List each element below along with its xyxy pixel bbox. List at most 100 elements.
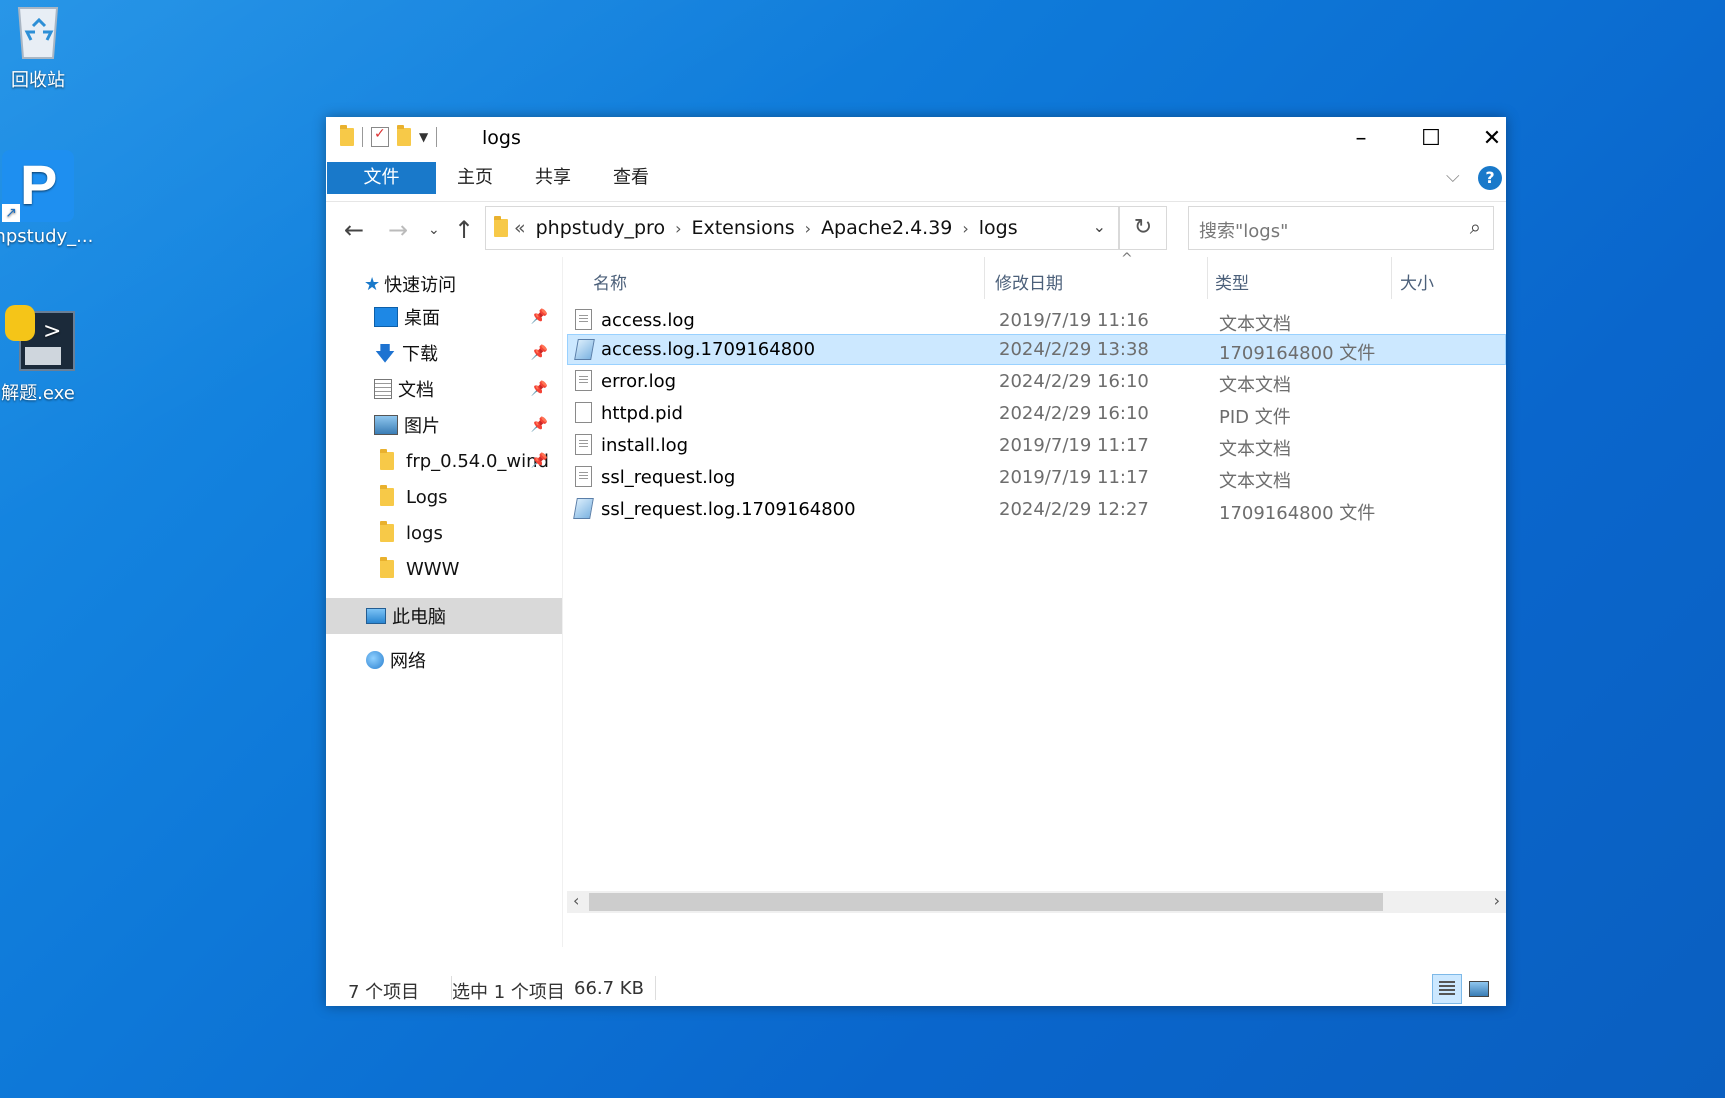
nav-network[interactable]: 网络 <box>326 645 562 675</box>
desktop-icon-phpstudy[interactable]: P ↗ phpstudy_... <box>0 150 93 247</box>
search-input[interactable]: 搜索"logs" ⌕ <box>1188 206 1494 250</box>
nav-item-www[interactable]: WWW <box>380 554 562 584</box>
chevron-right-icon[interactable]: › <box>962 219 968 238</box>
blank-file-icon <box>575 402 592 423</box>
file-type: 1709164800 文件 <box>1219 343 1376 364</box>
large-icons-view-button[interactable] <box>1464 974 1494 1004</box>
recent-locations-chevron-icon[interactable]: ⌄ <box>428 222 440 238</box>
item-count: 7 个项目 <box>348 982 420 1003</box>
scroll-left-icon[interactable]: ‹ <box>573 891 579 910</box>
refresh-icon: ↻ <box>1133 215 1153 240</box>
download-arrow-icon: 🡇 <box>374 341 396 365</box>
forward-arrow-icon[interactable]: → <box>388 216 408 244</box>
file-modified: 2019/7/19 11:17 <box>999 435 1149 456</box>
file-row[interactable]: ssl_request.log 2019/7/19 11:17 文本文档 <box>567 462 1506 493</box>
close-button[interactable]: ✕ <box>1466 117 1518 159</box>
phpstudy-icon: P ↗ <box>2 150 74 222</box>
minimize-button[interactable]: – <box>1326 117 1396 159</box>
file-modified: 2024/2/29 12:27 <box>999 499 1149 520</box>
column-separator[interactable] <box>1391 257 1392 299</box>
nav-item-logs-upper[interactable]: Logs <box>380 482 562 512</box>
details-view-button[interactable] <box>1432 974 1462 1004</box>
column-separator[interactable] <box>1207 257 1208 299</box>
back-arrow-icon[interactable]: ← <box>344 216 364 244</box>
tab-home[interactable]: 主页 <box>436 162 514 194</box>
desktop-icon-label: 回收站 <box>11 70 65 91</box>
nav-item-downloads[interactable]: 🡇 下载 📌 <box>374 338 562 368</box>
address-bar[interactable]: « phpstudy_pro › Extensions › Apache2.4.… <box>485 206 1119 250</box>
separator <box>655 976 656 1000</box>
scrollbar-thumb[interactable] <box>589 893 1383 911</box>
breadcrumb-item[interactable]: phpstudy_pro <box>536 217 665 239</box>
chevron-right-icon[interactable]: › <box>675 219 681 238</box>
nav-item-frp[interactable]: frp_0.54.0_wind 📌 <box>380 446 562 476</box>
help-icon[interactable]: ? <box>1478 166 1502 190</box>
column-header-size[interactable]: 大小 <box>1400 269 1506 294</box>
up-arrow-icon[interactable]: ↑ <box>454 216 474 244</box>
pin-icon[interactable]: 📌 <box>531 453 548 469</box>
file-name: access.log <box>601 310 695 331</box>
breadcrumb-item[interactable]: logs <box>979 217 1018 239</box>
nav-item-logs[interactable]: logs <box>380 518 562 548</box>
pin-icon[interactable]: 📌 <box>531 381 548 397</box>
new-folder-icon[interactable] <box>397 125 411 146</box>
file-name: access.log.1709164800 <box>601 339 816 360</box>
breadcrumb-item[interactable]: Apache2.4.39 <box>821 217 952 239</box>
file-modified: 2024/2/29 16:10 <box>999 371 1149 392</box>
nav-label: Logs <box>406 486 448 508</box>
separator <box>436 127 438 147</box>
tab-file[interactable]: 文件 <box>327 162 436 194</box>
nav-label: 下载 <box>402 344 438 365</box>
file-row[interactable]: error.log 2024/2/29 16:10 文本文档 <box>567 366 1506 397</box>
file-row[interactable]: install.log 2019/7/19 11:17 文本文档 <box>567 430 1506 461</box>
address-history-chevron-icon[interactable]: ⌄ <box>1093 217 1106 236</box>
window-title: logs <box>482 127 521 149</box>
refresh-button[interactable]: ↻ <box>1119 206 1167 250</box>
nav-label: 快速访问 <box>384 275 457 296</box>
maximize-button[interactable]: ☐ <box>1396 117 1466 159</box>
column-separator[interactable] <box>984 257 985 299</box>
desktop-icon-exe[interactable]: > 解题.exe <box>0 305 93 405</box>
pin-icon[interactable]: 📌 <box>531 345 548 361</box>
tab-view[interactable]: 查看 <box>592 162 670 194</box>
nav-item-pictures[interactable]: 图片 📌 <box>374 410 562 440</box>
breadcrumb-overflow[interactable]: « <box>514 217 526 239</box>
scroll-right-icon[interactable]: › <box>1494 891 1500 910</box>
customize-toolbar-icon[interactable]: ▼ <box>419 130 428 144</box>
properties-icon[interactable]: ✓ <box>371 126 389 147</box>
shortcut-arrow-icon: ↗ <box>2 204 20 222</box>
file-row-selected[interactable]: access.log.1709164800 2024/2/29 13:38 17… <box>567 334 1506 365</box>
pin-icon[interactable]: 📌 <box>531 309 548 325</box>
search-icon[interactable]: ⌕ <box>1470 215 1481 239</box>
file-name: install.log <box>601 435 689 456</box>
quick-access-toolbar: ✓ ▼ <box>340 125 438 147</box>
column-header-type[interactable]: 类型 <box>1215 269 1249 294</box>
nav-item-desktop[interactable]: 桌面 📌 <box>374 302 562 332</box>
folder-icon <box>380 449 394 470</box>
expand-ribbon-chevron-icon[interactable]: ⌵ <box>1446 166 1460 187</box>
file-row[interactable]: httpd.pid 2024/2/29 16:10 PID 文件 <box>567 398 1506 429</box>
nav-label: 文档 <box>398 380 434 401</box>
explorer-window: ✓ ▼ logs – ☐ ✕ 文件 主页 共享 查看 ⌵ ? ← → ⌄ ↑ «… <box>326 117 1506 1006</box>
file-type: 1709164800 文件 <box>1219 503 1376 524</box>
column-header-modified[interactable]: 修改日期 <box>995 269 1063 294</box>
file-name: ssl_request.log <box>601 467 736 488</box>
horizontal-scrollbar[interactable]: ‹ › <box>567 891 1506 913</box>
file-row[interactable]: ssl_request.log.1709164800 2024/2/29 12:… <box>567 494 1506 525</box>
nav-this-pc[interactable]: 此电脑 <box>326 598 562 634</box>
chevron-right-icon[interactable]: › <box>805 219 811 238</box>
generic-file-icon <box>574 339 595 360</box>
nav-item-documents[interactable]: 文档 📌 <box>374 374 562 404</box>
file-modified: 2019/7/19 11:16 <box>999 310 1149 331</box>
pin-icon[interactable]: 📌 <box>531 417 548 433</box>
nav-quick-access[interactable]: ★ 快速访问 <box>364 269 554 299</box>
file-row[interactable]: access.log 2019/7/19 11:16 文本文档 <box>567 305 1506 336</box>
details-view-icon <box>1439 981 1455 997</box>
tab-share[interactable]: 共享 <box>514 162 592 194</box>
file-modified: 2024/2/29 16:10 <box>999 403 1149 424</box>
column-header-name[interactable]: 名称 <box>593 269 627 294</box>
desktop-icon-recycle-bin[interactable]: 回收站 <box>0 0 93 92</box>
status-bar: 7 个项目 选中 1 个项目 66.7 KB <box>326 972 1506 1006</box>
sort-ascending-icon: ^ <box>1121 251 1133 267</box>
breadcrumb-item[interactable]: Extensions <box>691 217 794 239</box>
